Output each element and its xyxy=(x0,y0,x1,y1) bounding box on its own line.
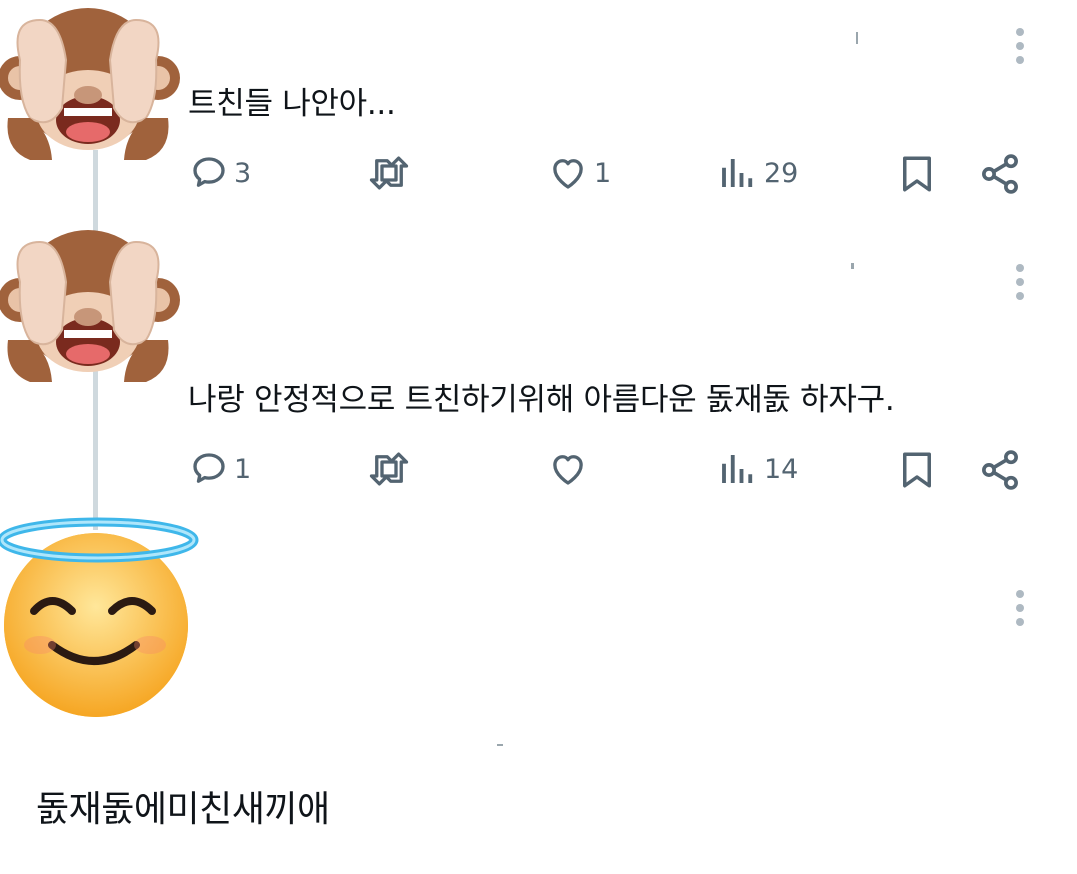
like-count: 1 xyxy=(594,157,612,189)
halo-face-avatar[interactable] xyxy=(0,515,200,720)
speck xyxy=(856,32,858,44)
bookmark-button[interactable] xyxy=(896,448,938,492)
dot-icon xyxy=(1016,264,1024,272)
dot-icon xyxy=(1016,590,1024,598)
more-options-button[interactable] xyxy=(1005,588,1035,628)
more-options-button[interactable] xyxy=(1005,262,1035,302)
bookmark-icon xyxy=(903,156,931,192)
heart-icon xyxy=(553,159,583,189)
speck xyxy=(497,744,503,746)
views-count: 29 xyxy=(764,157,799,189)
reply-button[interactable]: 3 xyxy=(188,152,251,194)
reply-button[interactable]: 1 xyxy=(188,448,251,490)
share-icon xyxy=(982,154,1018,194)
see-no-evil-monkey-icon xyxy=(0,8,180,160)
dot-icon xyxy=(1016,618,1024,626)
bar-chart-icon xyxy=(722,159,753,187)
views-count: 14 xyxy=(764,453,799,485)
smiling-face-with-halo-icon xyxy=(0,517,199,717)
tweet-text: 나랑 안정적으로 트친하기위해 아름다운 돐재돐 하자구. xyxy=(188,382,895,418)
dot-icon xyxy=(1016,604,1024,612)
views-button[interactable]: 29 xyxy=(716,152,798,194)
retweet-icon xyxy=(369,156,409,190)
like-button[interactable]: 1 xyxy=(546,152,611,194)
bookmark-icon xyxy=(903,452,931,488)
share-button[interactable] xyxy=(978,152,1022,196)
dot-icon xyxy=(1016,278,1024,286)
share-button[interactable] xyxy=(978,448,1022,492)
dot-icon xyxy=(1016,292,1024,300)
like-button[interactable] xyxy=(546,448,594,490)
bar-chart-icon xyxy=(722,455,753,483)
share-icon xyxy=(982,450,1018,490)
retweet-button[interactable] xyxy=(366,448,416,490)
views-button[interactable]: 14 xyxy=(716,448,798,490)
speech-bubble-icon xyxy=(193,453,225,483)
monkey-avatar[interactable] xyxy=(0,0,180,170)
heart-icon xyxy=(553,455,583,485)
more-options-button[interactable] xyxy=(1005,26,1035,66)
tweet-text: 트친들 나안아... xyxy=(188,86,396,122)
bookmark-button[interactable] xyxy=(896,152,938,196)
see-no-evil-monkey-icon xyxy=(0,230,180,382)
retweet-button[interactable] xyxy=(366,152,416,194)
dot-icon xyxy=(1016,28,1024,36)
monkey-avatar[interactable] xyxy=(0,222,180,392)
speck xyxy=(851,263,854,269)
dot-icon xyxy=(1016,42,1024,50)
speech-bubble-icon xyxy=(193,157,225,187)
reply-count: 1 xyxy=(234,453,252,485)
dot-icon xyxy=(1016,56,1024,64)
retweet-icon xyxy=(369,452,409,486)
reply-count: 3 xyxy=(234,157,252,189)
reply-text: 돐재돐에미친새끼애 xyxy=(36,789,330,830)
